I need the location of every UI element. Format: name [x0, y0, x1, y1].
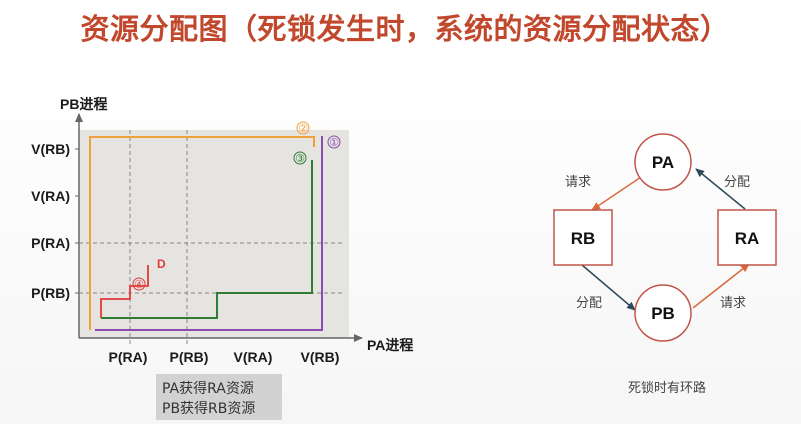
edge-label-request: 请求	[565, 175, 591, 190]
resource-allocation-graph: PA PB RB RA 请求 分配 分配 请求 死锁时有环路	[553, 133, 777, 396]
y-tick-label: V(RB)	[31, 141, 70, 157]
y-axis-label: PB进程	[60, 96, 107, 112]
x-axis-label: PA进程	[367, 337, 413, 353]
x-tick-label: V(RA)	[234, 349, 273, 365]
x-tick-label: P(RB)	[170, 349, 209, 365]
y-tick-label: P(RA)	[31, 235, 70, 251]
x-tick-label: V(RB)	[301, 349, 340, 365]
note-line: PA获得RA资源	[162, 381, 254, 397]
path-3-marker: ③	[295, 152, 305, 165]
x-tick-label: P(RA)	[109, 349, 148, 365]
process-pb-label: PB	[651, 304, 675, 323]
edge-label-allocate: 分配	[576, 296, 602, 311]
note-line: PB获得RB资源	[162, 401, 256, 417]
edge-pa-requests-rb	[591, 176, 642, 211]
plot-area	[79, 130, 349, 338]
resource-rb-label: RB	[571, 229, 596, 248]
progress-chart: ② ① ③ ④ D PB进程 PA进程 V(RB) V(RA) P(RA) P(…	[31, 96, 413, 365]
edge-label-allocate: 分配	[724, 175, 750, 190]
path-1-marker: ①	[329, 136, 339, 149]
deadlock-point-label: D	[157, 257, 166, 271]
resource-ra-label: RA	[735, 229, 760, 248]
process-pa-label: PA	[652, 153, 674, 172]
y-tick-label: P(RB)	[31, 285, 70, 301]
y-tick-label: V(RA)	[31, 188, 70, 204]
path-4-marker: ④	[134, 278, 144, 291]
illustration-canvas: ② ① ③ ④ D PB进程 PA进程 V(RB) V(RA) P(RA) P(…	[31, 96, 777, 396]
path-2-marker: ②	[298, 122, 308, 135]
edge-label-request: 请求	[720, 296, 746, 311]
graph-caption: 死锁时有环路	[628, 380, 706, 396]
